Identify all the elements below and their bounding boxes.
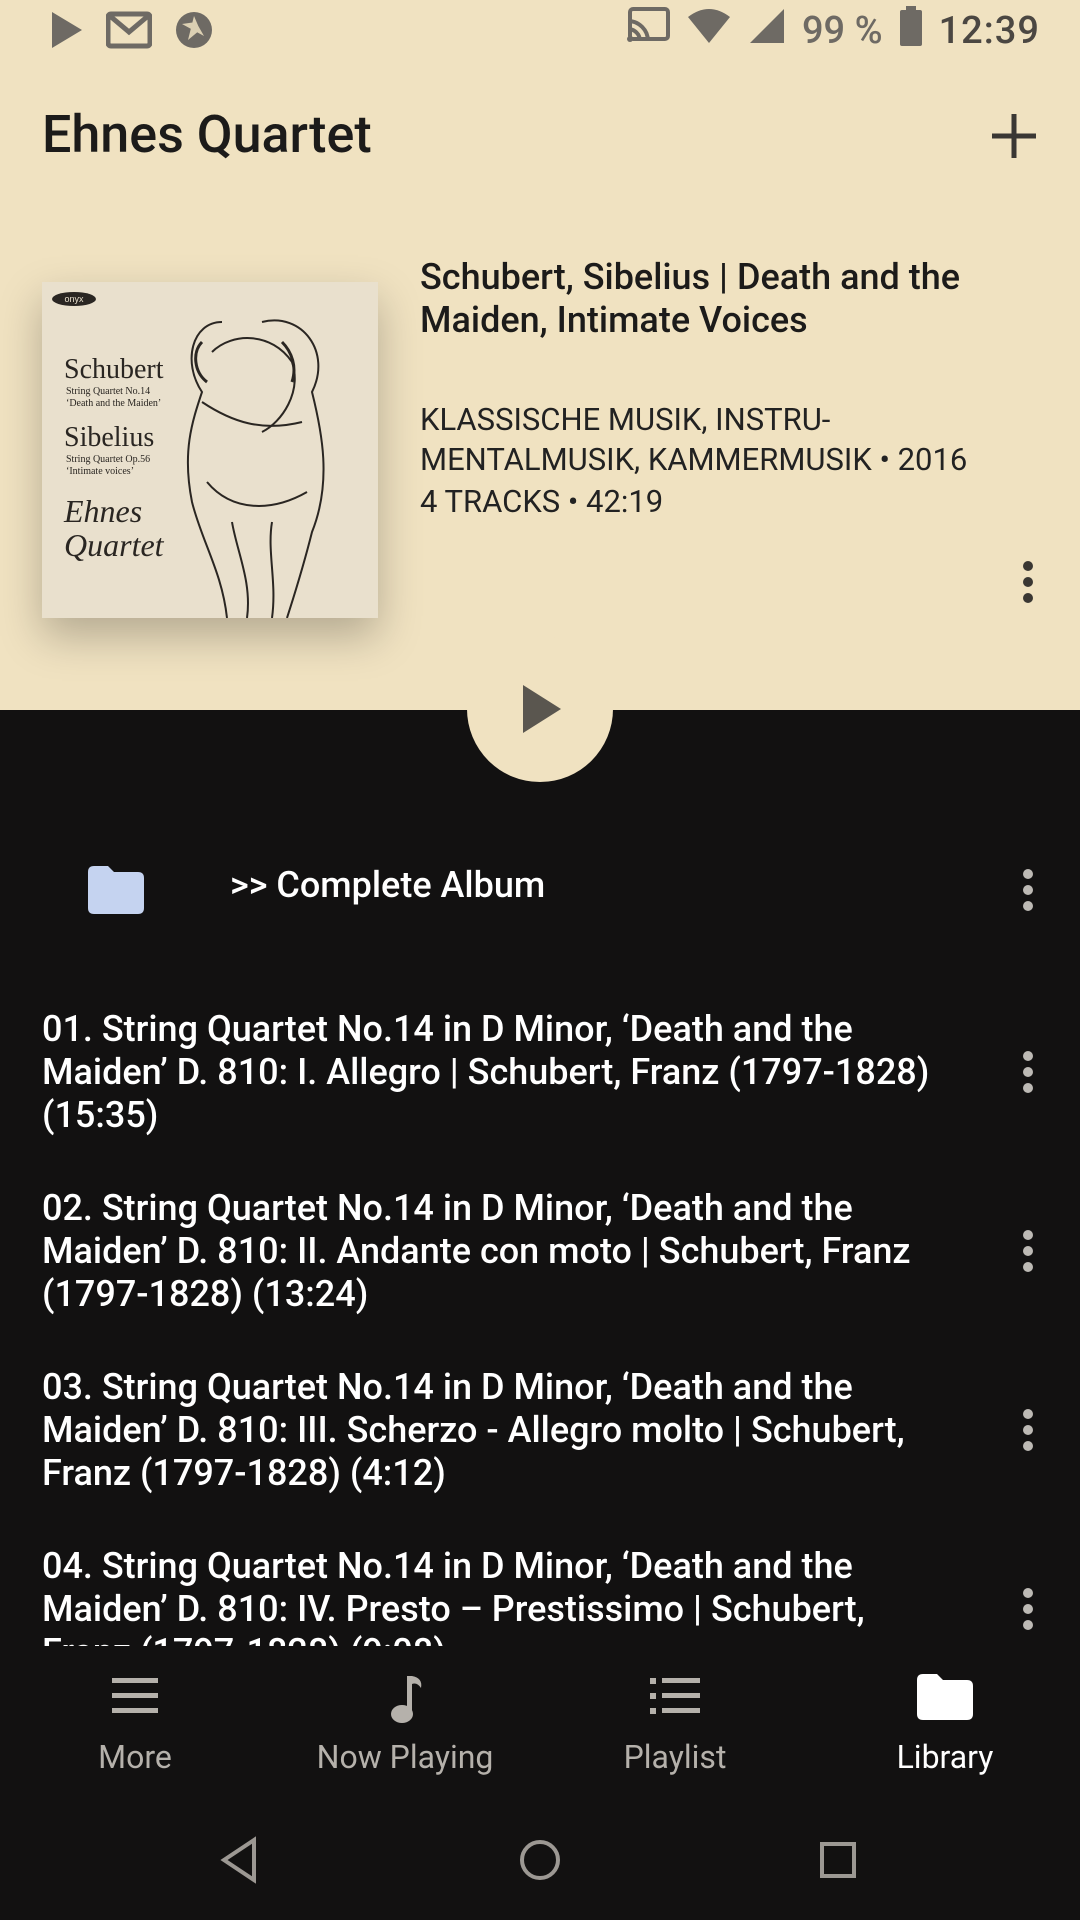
- track-row-4[interactable]: 04. String Quartet No.14 in D Minor, ‘De…: [42, 1545, 982, 1646]
- recents-button[interactable]: [808, 1830, 868, 1890]
- complete-album-row[interactable]: >> Complete Album: [0, 840, 1080, 940]
- bottom-navigation: More Now Playing Playlist Library: [0, 1646, 1080, 1794]
- track-2-more-button[interactable]: [1016, 1229, 1040, 1273]
- track-1-line1: 01. String Quartet No.14 in D Minor, ‘De…: [42, 1008, 853, 1050]
- menu-icon: [110, 1674, 160, 1722]
- folder-more-button[interactable]: [1016, 868, 1040, 912]
- track-row-3[interactable]: 03. String Quartet No.14 in D Minor, ‘De…: [42, 1366, 982, 1495]
- track-4-more-button[interactable]: [1016, 1587, 1040, 1631]
- track-3-more-button[interactable]: [1016, 1408, 1040, 1452]
- nav-playlist[interactable]: Playlist: [540, 1646, 810, 1794]
- track-row-1[interactable]: 01. String Quartet No.14 in D Minor, ‘De…: [42, 1008, 982, 1137]
- track-list: >> Complete Album 01. String Quartet No.…: [0, 0, 1080, 1646]
- track-2-line3: (1797-1828) (13:24): [42, 1273, 369, 1315]
- nav-library[interactable]: Library: [810, 1646, 1080, 1794]
- more-vert-icon: [1023, 1409, 1033, 1451]
- track-3-line1: 03. String Quartet No.14 in D Minor, ‘De…: [42, 1366, 853, 1408]
- track-4-line3: Franz (1797-1828) (9:08): [42, 1631, 982, 1646]
- back-button[interactable]: [210, 1830, 270, 1890]
- recents-square-icon: [820, 1842, 856, 1878]
- more-vert-icon: [1023, 1588, 1033, 1630]
- nav-more-label: More: [98, 1738, 172, 1776]
- nav-library-label: Library: [896, 1738, 994, 1776]
- home-circle-icon: [520, 1840, 560, 1880]
- home-button[interactable]: [510, 1830, 570, 1890]
- track-4-line1: 04. String Quartet No.14 in D Minor, ‘De…: [42, 1545, 853, 1587]
- track-1-line3: (15:35): [42, 1094, 159, 1136]
- track-2-line1: 02. String Quartet No.14 in D Minor, ‘De…: [42, 1187, 853, 1229]
- track-1-more-button[interactable]: [1016, 1050, 1040, 1094]
- nav-now-playing[interactable]: Now Playing: [270, 1646, 540, 1794]
- nav-playlist-label: Playlist: [623, 1738, 727, 1776]
- complete-album-label: >> Complete Album: [230, 864, 546, 906]
- system-navigation-bar: [0, 1794, 1080, 1920]
- nav-now-playing-label: Now Playing: [316, 1738, 494, 1776]
- nav-more[interactable]: More: [0, 1646, 270, 1794]
- folder-icon: [917, 1674, 973, 1724]
- track-1-line2: Maiden’ D. 810: I. Allegro | Schubert, F…: [42, 1051, 930, 1093]
- more-vert-icon: [1023, 1230, 1033, 1272]
- track-3-line2: Maiden’ D. 810: III. Scherzo - Allegro m…: [42, 1409, 905, 1451]
- folder-icon: [88, 866, 144, 918]
- track-row-2[interactable]: 02. String Quartet No.14 in D Minor, ‘De…: [42, 1187, 982, 1316]
- more-vert-icon: [1023, 1051, 1033, 1093]
- track-2-line2: Maiden’ D. 810: II. Andante con moto | S…: [42, 1230, 911, 1272]
- back-triangle-icon: [220, 1836, 256, 1884]
- track-3-line3: Franz (1797-1828) (4:12): [42, 1452, 446, 1494]
- more-vert-icon: [1023, 869, 1033, 911]
- list-icon: [648, 1674, 702, 1722]
- track-4-line2: Maiden’ D. 810: IV. Presto – Prestissimo…: [42, 1588, 865, 1630]
- music-note-icon: [385, 1674, 425, 1730]
